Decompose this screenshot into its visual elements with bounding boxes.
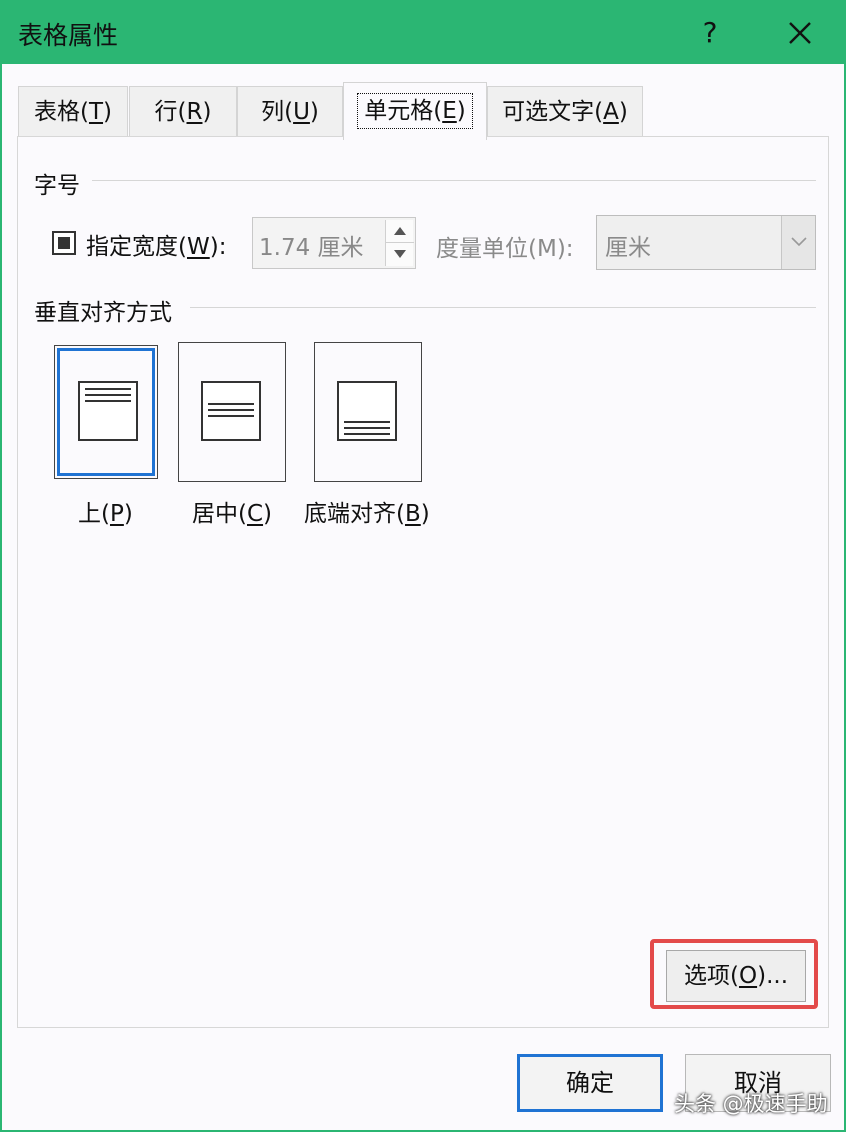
help-button[interactable]: ? (682, 10, 738, 56)
measure-unit-label: 度量单位(M): (436, 236, 574, 262)
preferred-width-checkbox[interactable] (52, 231, 76, 255)
triangle-up-icon (394, 227, 406, 235)
tab-column[interactable]: 列(U) (237, 86, 343, 136)
section-divider (92, 180, 816, 181)
align-top-option[interactable] (54, 345, 158, 479)
text-line (85, 400, 131, 402)
text-line (344, 427, 390, 429)
measure-unit-value: 厘米 (605, 235, 651, 261)
spin-up-button[interactable] (386, 220, 414, 243)
preferred-width-label: 指定宽度(W): (86, 234, 227, 260)
title-bar[interactable]: 表格属性 ? (2, 2, 844, 64)
annotation-highlight (650, 939, 818, 1009)
ok-button[interactable]: 确定 (517, 1054, 663, 1112)
spin-down-button[interactable] (386, 243, 414, 266)
tab-label: 单元格(E) (357, 93, 473, 129)
text-line (85, 388, 131, 390)
watermark-text: 头条 @极速手助 (674, 1092, 828, 1116)
text-line (344, 421, 390, 423)
tab-row[interactable]: 行(R) (129, 86, 237, 136)
text-line (85, 394, 131, 396)
close-button[interactable] (772, 10, 828, 56)
tab-cell[interactable]: 单元格(E) (343, 82, 487, 140)
measure-unit-select[interactable]: 厘米 (596, 215, 816, 270)
tab-label: 表格(T) (33, 99, 113, 125)
triangle-down-icon (394, 250, 406, 258)
text-line (208, 409, 254, 411)
width-spinner[interactable]: 1.74 厘米 (252, 217, 416, 269)
window-title: 表格属性 (18, 21, 119, 50)
table-properties-dialog: 表格属性 ? 表格(T) 行(R) 列(U) 单元格(E) 可选文字(A) 字号… (0, 0, 846, 1132)
text-line (208, 403, 254, 405)
close-icon (789, 22, 811, 44)
align-center-option[interactable] (178, 342, 286, 482)
tab-label: 列(U) (261, 99, 319, 125)
align-center-label: 居中(C) (192, 501, 273, 527)
align-bottom-label: 底端对齐(B) (304, 501, 430, 527)
dropdown-button[interactable] (781, 216, 815, 269)
size-section-label: 字号 (34, 173, 80, 199)
align-top-icon (78, 381, 138, 441)
chevron-down-icon (791, 237, 807, 247)
tab-label: 可选文字(A) (502, 99, 628, 125)
checkbox-indeterminate-mark (58, 237, 70, 249)
align-bottom-option[interactable] (314, 342, 422, 482)
spinner-buttons (385, 220, 414, 266)
width-value[interactable]: 1.74 厘米 (259, 228, 364, 262)
tab-label: 行(R) (154, 99, 212, 125)
section-divider (190, 307, 816, 308)
text-line (344, 433, 390, 435)
tab-alt-text[interactable]: 可选文字(A) (487, 86, 643, 136)
vertical-align-section-label: 垂直对齐方式 (34, 300, 172, 326)
align-top-label: 上(P) (78, 501, 133, 527)
align-bottom-icon (337, 381, 397, 441)
tab-table[interactable]: 表格(T) (18, 86, 128, 136)
align-center-icon (201, 381, 261, 441)
text-line (208, 415, 254, 417)
